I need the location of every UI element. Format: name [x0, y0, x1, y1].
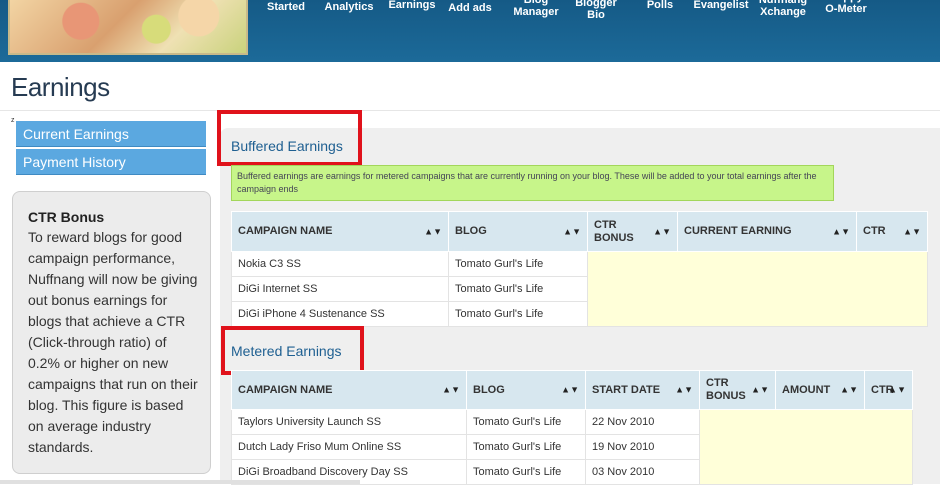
campaign-name-cell: Taylors University Launch SS	[231, 409, 467, 435]
column-header-start-date[interactable]: START DATE ▲▼	[585, 370, 700, 410]
column-header-amount[interactable]: AMOUNT ▲▼	[775, 370, 865, 410]
campaign-name-cell: Nokia C3 SS	[231, 251, 449, 277]
nav-started[interactable]: Started	[262, 1, 310, 13]
nav-polls[interactable]: Polls	[640, 0, 680, 11]
pending-values-cell	[699, 409, 913, 485]
horizontal-scrollbar[interactable]	[0, 480, 360, 484]
table-header-row: CAMPAIGN NAME ▲▼ BLOG ▲▼ START DATE ▲▼ CTR …	[231, 370, 913, 410]
nav-add-ads[interactable]: Add ads	[446, 2, 494, 14]
sort-arrows-icon[interactable]: ▲▼	[751, 385, 769, 395]
sidebar-tab-current-earnings[interactable]: Current Earnings	[16, 121, 206, 147]
page-title: Earnings	[11, 72, 110, 102]
column-header-blog[interactable]: BLOG ▲▼	[466, 370, 586, 410]
start-date-cell: 22 Nov 2010	[585, 409, 700, 435]
table-header-row: CAMPAIGN NAME ▲▼ BLOG ▲▼ CTR BONUS ▲▼ CURRE…	[231, 211, 928, 252]
sort-arrows-icon[interactable]: ▲▼	[903, 227, 921, 236]
column-header-blog[interactable]: BLOG ▲▼	[448, 211, 588, 252]
sort-arrows-icon[interactable]: ▲▼	[888, 385, 906, 395]
nav-nuffnang-xchange[interactable]: Nuffnang Xchange	[756, 0, 810, 18]
campaign-name-cell: Dutch Lady Friso Mum Online SS	[231, 434, 467, 460]
buffered-earnings-table: CAMPAIGN NAME ▲▼ BLOG ▲▼ CTR BONUS ▲▼ CURRE…	[231, 211, 928, 327]
ctr-bonus-text: To reward blogs for good campaign perfor…	[28, 229, 198, 455]
ctr-bonus-box: CTR Bonus To reward blogs for good campa…	[12, 191, 211, 474]
nav-earnings[interactable]: Earnings	[386, 0, 438, 11]
column-header-ctr-bonus[interactable]: CTR BONUS ▲▼	[587, 211, 678, 252]
column-header-ctr[interactable]: CTR ▲▼	[856, 211, 928, 252]
sort-arrows-icon[interactable]: ▲▼	[840, 385, 858, 395]
sort-arrows-icon[interactable]: ▲▼	[563, 227, 581, 236]
divider	[0, 110, 940, 111]
sort-arrows-icon[interactable]: ▲▼	[832, 227, 850, 236]
site-header: Started Analytics Earnings Add ads Blog …	[0, 0, 940, 62]
sidebar-tab-payment-history[interactable]: Payment History	[16, 149, 206, 175]
highlight-box	[217, 110, 362, 166]
nav-analytics[interactable]: Analytics	[322, 1, 376, 13]
metered-earnings-table: CAMPAIGN NAME ▲▼ BLOG ▲▼ START DATE ▲▼ CTR …	[231, 370, 913, 485]
page-marker: z	[11, 117, 15, 124]
column-header-current-earning[interactable]: CURRENT EARNING ▲▼	[677, 211, 857, 252]
sort-arrows-icon[interactable]: ▲▼	[675, 385, 693, 395]
pending-values-cell	[587, 251, 928, 327]
nav-blog-manager[interactable]: Blog Manager	[510, 0, 562, 18]
campaign-name-cell: DiGi iPhone 4 Sustenance SS	[231, 301, 449, 327]
buffered-info-note: Buffered earnings are earnings for meter…	[231, 165, 834, 201]
column-header-campaign-name[interactable]: CAMPAIGN NAME ▲▼	[231, 211, 449, 252]
table-row: Nokia C3 SS Tomato Gurl's Life	[231, 251, 928, 327]
sort-arrows-icon[interactable]: ▲▼	[653, 227, 671, 236]
start-date-cell: 19 Nov 2010	[585, 434, 700, 460]
sort-arrows-icon[interactable]: ▲▼	[442, 385, 460, 395]
ctr-bonus-title: CTR Bonus	[28, 209, 105, 225]
nav-evangelist[interactable]: Evangelist	[693, 0, 749, 11]
header-banner-image	[8, 0, 248, 55]
blog-cell: Tomato Gurl's Life	[448, 276, 588, 302]
blog-cell: Tomato Gurl's Life	[466, 409, 586, 435]
sort-arrows-icon[interactable]: ▲▼	[561, 385, 579, 395]
blog-cell: Tomato Gurl's Life	[448, 301, 588, 327]
start-date-cell: 03 Nov 2010	[585, 459, 700, 485]
nav-blogger-bio[interactable]: Blogger Bio	[572, 0, 620, 21]
nav-happy-o-meter[interactable]: Happy O-Meter	[820, 0, 872, 15]
blog-cell: Tomato Gurl's Life	[466, 459, 586, 485]
blog-cell: Tomato Gurl's Life	[448, 251, 588, 277]
column-header-campaign-name[interactable]: CAMPAIGN NAME ▲▼	[231, 370, 467, 410]
table-row: Taylors University Launch SS Tomato Gurl…	[231, 409, 913, 485]
blog-cell: Tomato Gurl's Life	[466, 434, 586, 460]
column-header-ctr-bonus[interactable]: CTR BONUS ▲▼	[699, 370, 776, 410]
column-header-ctr[interactable]: CTR ▲▼	[864, 370, 913, 410]
campaign-name-cell: DiGi Internet SS	[231, 276, 449, 302]
sort-arrows-icon[interactable]: ▲▼	[424, 227, 442, 236]
highlight-box	[221, 326, 364, 375]
